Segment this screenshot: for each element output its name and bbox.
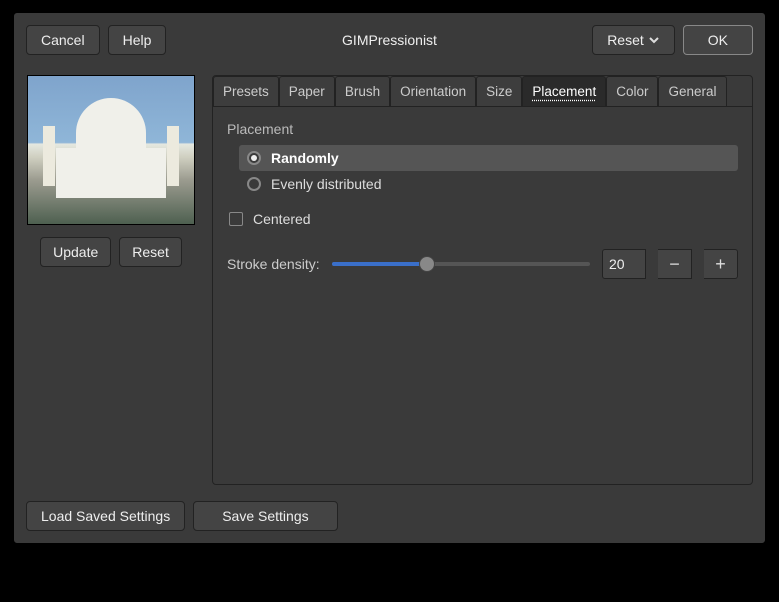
- gimpressionist-dialog: Cancel Help Reset OK GIMPressionist Upda…: [13, 12, 766, 544]
- stroke-density-label: Stroke density:: [227, 256, 320, 272]
- reset-label: Reset: [607, 32, 644, 48]
- preview-image: [27, 75, 195, 225]
- tab-paper[interactable]: Paper: [279, 76, 335, 106]
- dialog-title: GIMPressionist: [342, 32, 437, 48]
- radio-icon: [247, 177, 261, 191]
- tab-presets[interactable]: Presets: [213, 76, 279, 106]
- ok-button[interactable]: OK: [683, 25, 753, 55]
- radio-evenly-label: Evenly distributed: [271, 176, 382, 192]
- radio-randomly-label: Randomly: [271, 150, 339, 166]
- section-heading: Placement: [227, 121, 738, 137]
- chevron-down-icon: [648, 34, 660, 46]
- update-button[interactable]: Update: [40, 237, 111, 267]
- tab-placement[interactable]: Placement: [522, 76, 606, 106]
- tab-size[interactable]: Size: [476, 76, 522, 106]
- reset-dropdown-button[interactable]: Reset: [592, 25, 675, 55]
- checkbox-centered-label: Centered: [253, 211, 311, 227]
- cancel-button[interactable]: Cancel: [26, 25, 100, 55]
- tab-color[interactable]: Color: [606, 76, 658, 106]
- radio-icon: [247, 151, 261, 165]
- stroke-density-slider[interactable]: [332, 262, 590, 266]
- tab-orientation[interactable]: Orientation: [390, 76, 476, 106]
- radio-randomly[interactable]: Randomly: [239, 145, 738, 171]
- preview-reset-button[interactable]: Reset: [119, 237, 182, 267]
- settings-panel: Presets Paper Brush Orientation Size Pla…: [212, 75, 753, 485]
- increment-button[interactable]: +: [704, 249, 738, 279]
- help-button[interactable]: Help: [108, 25, 167, 55]
- save-settings-button[interactable]: Save Settings: [193, 501, 337, 531]
- checkbox-icon: [229, 212, 243, 226]
- stroke-density-input[interactable]: [602, 249, 646, 279]
- tab-brush[interactable]: Brush: [335, 76, 390, 106]
- decrement-button[interactable]: −: [658, 249, 692, 279]
- checkbox-centered[interactable]: Centered: [229, 211, 738, 227]
- tab-general[interactable]: General: [658, 76, 726, 106]
- radio-evenly[interactable]: Evenly distributed: [239, 171, 738, 197]
- load-saved-settings-button[interactable]: Load Saved Settings: [26, 501, 185, 531]
